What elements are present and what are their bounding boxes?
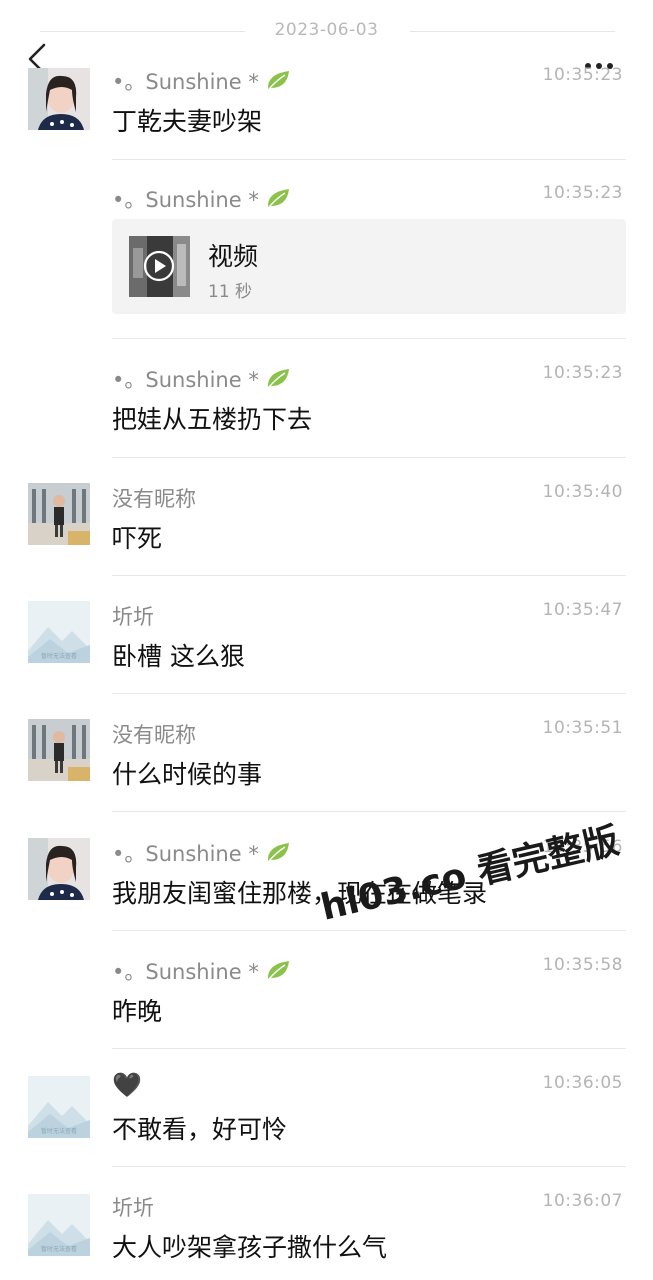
message-time: 10:35:40 bbox=[542, 482, 623, 502]
message-item[interactable]: •。Sunshine * 10:35:58 昨晚 bbox=[0, 950, 653, 1050]
sender-name: 圻圻 bbox=[112, 605, 154, 629]
message-text: 把娃从五楼扔下去 bbox=[112, 405, 313, 434]
svg-text:暂时无法查看: 暂时无法查看 bbox=[41, 652, 77, 660]
sender-name: •。Sunshine * bbox=[112, 66, 291, 97]
leaf-icon bbox=[265, 840, 291, 869]
message-item[interactable]: 没有昵称 10:35:40 吓死 bbox=[0, 477, 653, 577]
separator bbox=[112, 457, 626, 458]
message-item[interactable]: •。Sunshine * 10:35:23 把娃从五楼扔下去 bbox=[0, 358, 653, 458]
leaf-icon bbox=[265, 366, 291, 395]
sender-label: •。Sunshine * bbox=[112, 960, 259, 984]
message-item[interactable]: 暂时无法查看 🖤 10:36:05 不敢看，好可怜 bbox=[0, 1068, 653, 1168]
separator bbox=[112, 1166, 626, 1167]
message-time: 10:35:51 bbox=[542, 718, 623, 738]
sender-label: •。Sunshine * bbox=[112, 70, 259, 94]
message-text: 卧槽 这么狠 bbox=[112, 642, 245, 671]
message-time: 10:35:23 bbox=[542, 65, 623, 85]
message-text: 昨晚 bbox=[112, 997, 163, 1026]
avatar[interactable] bbox=[28, 719, 90, 781]
sender-name: 没有昵称 bbox=[112, 487, 196, 511]
message-text: 不敢看，好可怜 bbox=[112, 1115, 288, 1144]
message-item[interactable]: 暂时无法查看 圻圻 10:36:07 大人吵架拿孩子撒什么气 bbox=[0, 1186, 653, 1280]
message-time: 10:35:47 bbox=[542, 600, 623, 620]
separator bbox=[112, 930, 626, 931]
video-duration: 11 秒 bbox=[208, 282, 253, 302]
leaf-icon bbox=[265, 958, 291, 987]
sender-name: 圻圻 bbox=[112, 1196, 154, 1220]
separator bbox=[112, 338, 626, 339]
message-time: 10:35:23 bbox=[542, 183, 623, 203]
message-time: 10:36:05 bbox=[542, 1073, 623, 1093]
svg-text:暂时无法查看: 暂时无法查看 bbox=[41, 1127, 77, 1135]
avatar[interactable] bbox=[28, 483, 90, 545]
message-item[interactable]: •。Sunshine * 10:35:23 丁乾夫妻吵架 bbox=[0, 60, 653, 160]
separator bbox=[112, 1048, 626, 1049]
avatar[interactable]: 暂时无法查看 bbox=[28, 1194, 90, 1256]
separator bbox=[112, 575, 626, 576]
message-text: 吓死 bbox=[112, 524, 163, 553]
sender-name: •。Sunshine * bbox=[112, 184, 291, 215]
leaf-icon bbox=[265, 68, 291, 97]
message-time: 10:36:07 bbox=[542, 1191, 623, 1211]
sender-name: •。Sunshine * bbox=[112, 956, 291, 987]
video-thumbnail bbox=[129, 236, 190, 297]
leaf-icon bbox=[265, 186, 291, 215]
sender-name: •。Sunshine * bbox=[112, 364, 291, 395]
sender-name: 🖤 bbox=[112, 1071, 142, 1099]
separator bbox=[112, 159, 626, 160]
separator bbox=[112, 811, 626, 812]
video-card[interactable]: 视频 11 秒 bbox=[112, 219, 626, 314]
sender-label: •。Sunshine * bbox=[112, 368, 259, 392]
message-text: 丁乾夫妻吵架 bbox=[112, 107, 263, 136]
avatar[interactable] bbox=[28, 838, 90, 900]
message-item[interactable]: •。Sunshine * 10:35:23 视频 11 秒 bbox=[0, 178, 653, 338]
separator bbox=[112, 693, 626, 694]
message-text: 什么时候的事 bbox=[112, 760, 263, 789]
message-time: 10:35:58 bbox=[542, 955, 623, 975]
message-item[interactable]: 没有昵称 10:35:51 什么时候的事 bbox=[0, 713, 653, 813]
avatar[interactable] bbox=[28, 68, 90, 130]
video-title: 视频 bbox=[208, 242, 259, 271]
message-item[interactable]: 暂时无法查看 圻圻 10:35:47 卧槽 这么狠 bbox=[0, 595, 653, 695]
date-divider: 2023-06-03 bbox=[0, 18, 653, 44]
message-time: 10:35:23 bbox=[542, 363, 623, 383]
message-text: 大人吵架拿孩子撒什么气 bbox=[112, 1233, 388, 1262]
avatar[interactable]: 暂时无法查看 bbox=[28, 601, 90, 663]
avatar[interactable]: 暂时无法查看 bbox=[28, 1076, 90, 1138]
sender-label: •。Sunshine * bbox=[112, 842, 259, 866]
sender-name: 没有昵称 bbox=[112, 723, 196, 747]
svg-text:暂时无法查看: 暂时无法查看 bbox=[41, 1245, 77, 1253]
sender-name: •。Sunshine * bbox=[112, 838, 291, 869]
sender-label: •。Sunshine * bbox=[112, 188, 259, 212]
date-line-right bbox=[410, 31, 615, 32]
date-label: 2023-06-03 bbox=[274, 20, 379, 40]
